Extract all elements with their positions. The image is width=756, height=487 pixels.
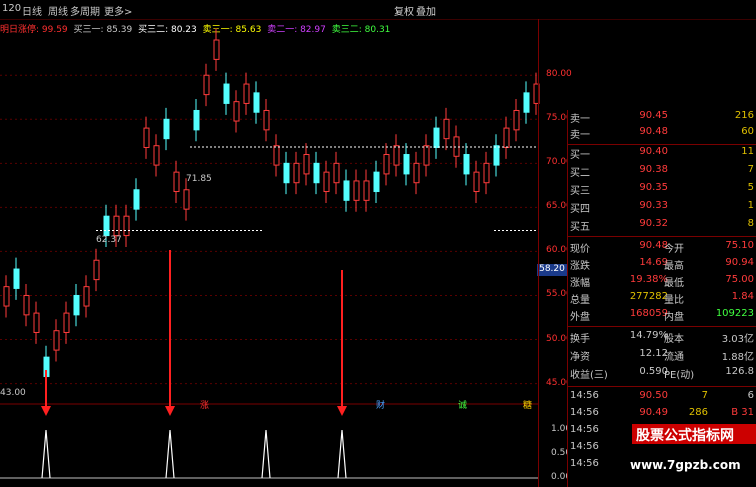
candle-body	[393, 145, 400, 166]
candle-body	[433, 127, 440, 148]
panel-border	[567, 110, 568, 487]
candle-body	[33, 312, 40, 333]
candle-body	[353, 180, 360, 201]
candle-body	[123, 215, 130, 237]
event-marker[interactable]: 糖	[523, 398, 532, 411]
stat-row: 涨幅 19.38% 最低 75.00	[570, 274, 754, 289]
candle-body	[113, 215, 120, 237]
candle-body	[323, 171, 330, 193]
indicator-spike	[261, 429, 271, 479]
buy-row[interactable]: 买三 90.35 5	[568, 182, 756, 198]
candle-body	[23, 294, 30, 316]
candle-body	[243, 83, 250, 104]
candle-body	[223, 83, 230, 104]
candle-body	[283, 162, 290, 184]
signal-arrows	[41, 250, 347, 416]
candle-body	[493, 145, 500, 166]
candle-body	[73, 294, 80, 316]
candle-body	[473, 171, 480, 193]
indicator-spikes	[0, 429, 538, 479]
candle-body	[343, 180, 350, 201]
stat-row: 外盘 168059 内盘 109223	[570, 308, 754, 323]
candle-body	[373, 171, 380, 193]
price-tick: 80.00	[546, 69, 572, 80]
candle-body	[213, 39, 220, 60]
candle-body	[263, 109, 270, 131]
event-marker[interactable]: 诚	[458, 398, 467, 411]
divider	[568, 386, 756, 387]
candle-body	[93, 259, 100, 281]
candle-body	[193, 109, 200, 131]
watermark-banner: 股票公式指标网	[632, 424, 756, 444]
candle-body	[403, 154, 410, 175]
candle-body	[273, 145, 280, 166]
stat-row: 涨跌 14.69 最高 90.94	[570, 257, 754, 272]
candle-body	[293, 162, 300, 184]
fund-row: 换手 14.79% 股本 3.03亿	[570, 330, 754, 345]
stat-row: 总量 277282 量比 1.84	[570, 291, 754, 306]
candle-body	[133, 189, 140, 210]
candle-body	[463, 154, 470, 175]
candle-body	[173, 171, 180, 193]
event-marker[interactable]: 涨	[200, 398, 209, 411]
candle-body	[363, 180, 370, 201]
buy-row[interactable]: 买一 90.40 11	[568, 146, 756, 162]
tick-row: 14:56 90.50 7 6	[570, 390, 754, 401]
candle-body	[503, 127, 510, 148]
candle-body	[83, 286, 90, 307]
tick-row: 14:56 90.49 286 B 31	[570, 407, 754, 418]
candle-body	[63, 312, 70, 333]
candle-body	[313, 162, 320, 184]
candle-body	[203, 74, 210, 96]
candle-body	[233, 101, 240, 122]
candle-body	[513, 109, 520, 131]
candle-body	[413, 162, 420, 184]
watermark-site: www.7gpzb.com	[630, 458, 741, 472]
sell-row[interactable]: 卖一 90.45 216	[568, 110, 756, 126]
candle-body	[483, 162, 490, 184]
indicator-spike	[41, 429, 51, 479]
arrow-head	[41, 406, 51, 416]
candle-body	[103, 215, 110, 237]
current-price-box: 58.20	[537, 264, 567, 276]
indicator-spike	[165, 429, 175, 479]
candle-body	[253, 92, 260, 113]
level-label-high: 71.85	[186, 174, 212, 184]
low-price-label: 43.00	[0, 388, 26, 398]
candle-body	[13, 268, 20, 289]
stat-row: 现价 90.48 今开 75.10	[570, 240, 754, 255]
level-lines	[96, 146, 538, 232]
candle-body	[143, 127, 150, 148]
candle-body	[153, 145, 160, 166]
candle-body	[163, 118, 170, 140]
divider	[568, 236, 756, 237]
axis-border	[538, 19, 539, 487]
arrow-head	[337, 406, 347, 416]
divider	[568, 326, 756, 327]
buy-row[interactable]: 买五 90.32 8	[568, 218, 756, 234]
divider	[568, 144, 756, 145]
event-marker[interactable]: 财	[376, 398, 385, 411]
candle-body	[523, 92, 530, 113]
candle-body	[443, 118, 450, 140]
arrow-head	[165, 406, 175, 416]
indicator-spike	[337, 429, 347, 479]
buy-row[interactable]: 买四 90.33 1	[568, 200, 756, 216]
level-label-low: 62.37	[96, 235, 122, 245]
fund-row: 收益(三) 0.590 PE(动) 126.8	[570, 366, 754, 381]
buy-row[interactable]: 买二 90.38 7	[568, 164, 756, 180]
sell-row[interactable]: 卖一 90.48 60	[568, 126, 756, 142]
candle-body	[423, 145, 430, 166]
fund-row: 净资 12.12 流通 1.88亿	[570, 348, 754, 363]
candle-series	[3, 28, 540, 388]
candle-body	[183, 189, 190, 210]
candle-body	[333, 162, 340, 184]
candle-body	[383, 154, 390, 175]
candle-body	[303, 154, 310, 175]
candle-body	[3, 286, 10, 307]
candle-body	[53, 330, 60, 351]
